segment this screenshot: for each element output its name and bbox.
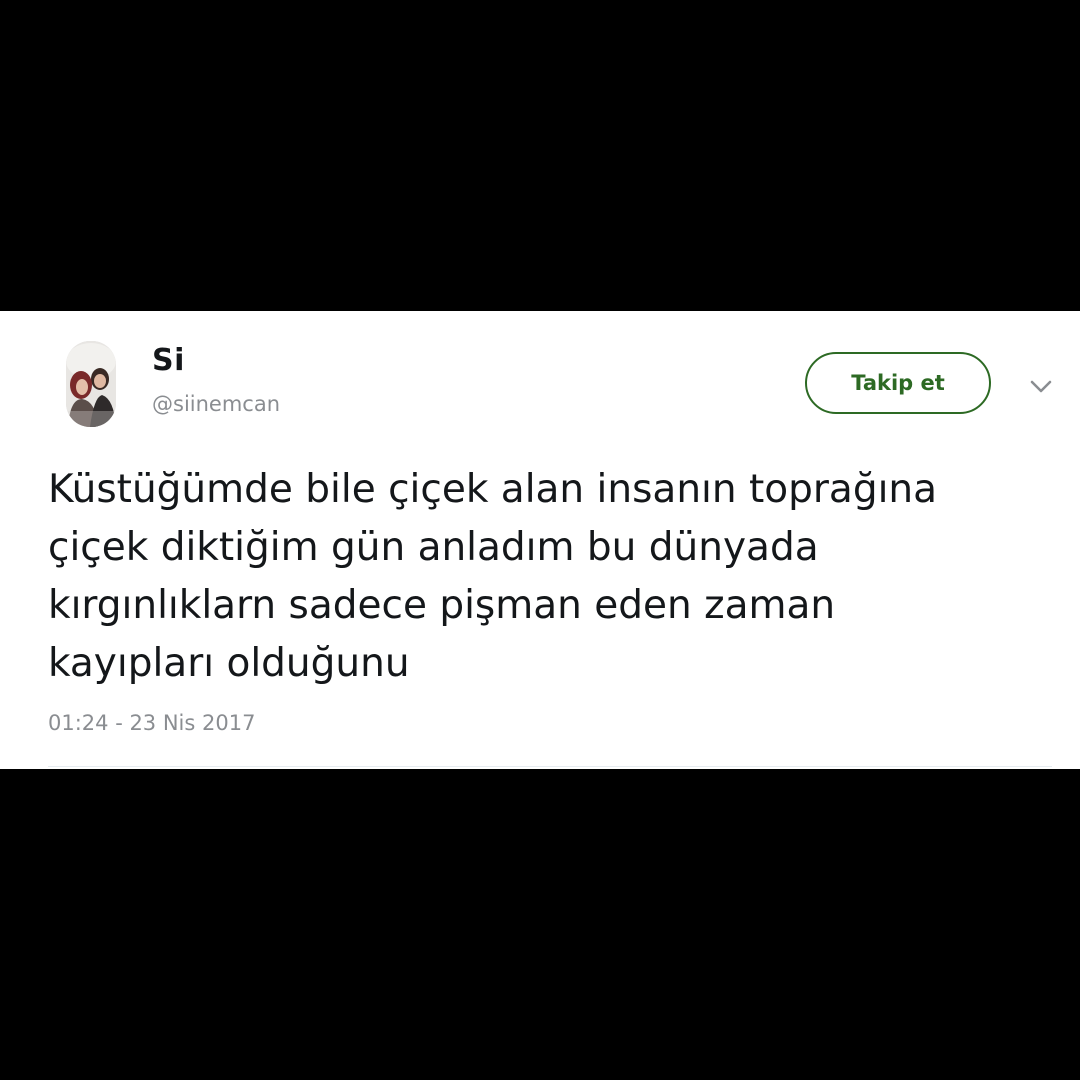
user-handle[interactable]: @siinemcan (152, 392, 280, 416)
divider (48, 766, 1052, 767)
screenshot-frame: Si @siinemcan Takip et Küstüğümde bile ç… (0, 0, 1080, 1080)
display-name[interactable]: Si (152, 343, 185, 378)
chevron-down-icon[interactable] (1028, 376, 1054, 396)
follow-button-label: Takip et (851, 371, 945, 395)
tweet-timestamp[interactable]: 01:24 - 23 Nis 2017 (48, 711, 255, 735)
tweet-text: Küstüğümde bile çiçek alan insanın topra… (48, 467, 938, 686)
follow-button[interactable]: Takip et (805, 352, 991, 414)
profile-photo-icon (66, 341, 116, 427)
avatar[interactable] (66, 341, 116, 427)
